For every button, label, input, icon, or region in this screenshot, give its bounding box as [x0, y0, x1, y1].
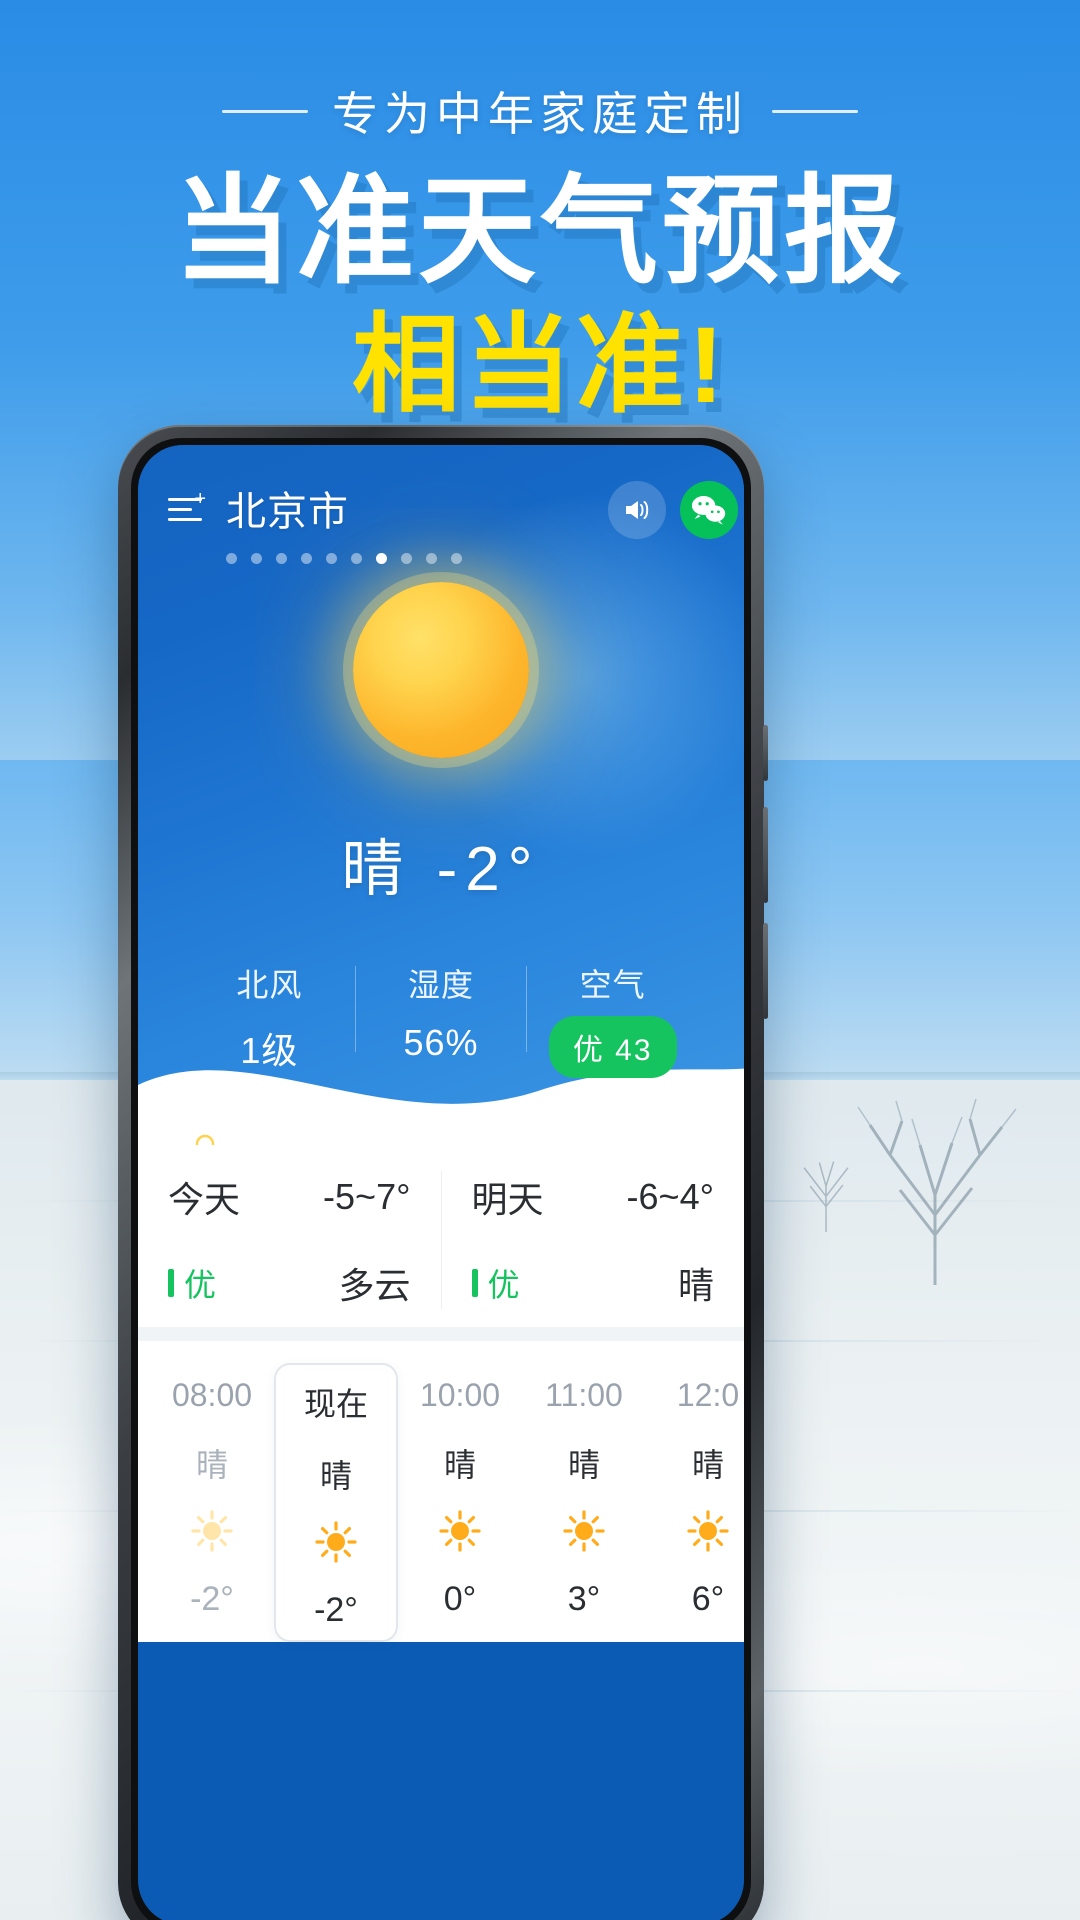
metric-value: 1级 — [240, 1030, 299, 1071]
sun-icon — [150, 1508, 274, 1554]
subheadline: 相当准! — [352, 304, 728, 426]
day-condition: 多云 — [338, 1265, 411, 1306]
app-header: + 北京市 — [138, 445, 744, 564]
hourly-item[interactable]: 11:00 晴 3° — [522, 1363, 646, 1642]
hour-time: 08:00 — [171, 1377, 253, 1413]
sun-icon — [398, 1508, 522, 1554]
metric-label: 湿度 — [408, 967, 475, 1003]
city-name[interactable]: 北京市 — [226, 479, 349, 537]
page-dot-active[interactable] — [376, 553, 387, 564]
bell-icon — [190, 1131, 220, 1145]
page-dot[interactable] — [226, 553, 237, 564]
tagline-rule-left — [222, 109, 308, 113]
phone-button-top — [763, 725, 768, 781]
bare-tree-small-icon — [772, 1130, 880, 1232]
hour-temp: 3° — [567, 1580, 601, 1618]
hourly-item[interactable]: 10:00 晴 0° — [398, 1363, 522, 1642]
hourly-item[interactable]: 08:00 晴 -2° — [150, 1363, 274, 1642]
metric-humidity: 湿度 56% — [356, 960, 527, 1064]
hour-temp: -2° — [190, 1580, 234, 1618]
metric-air-quality: 空气 优 43 — [527, 960, 698, 1078]
section-divider — [138, 1327, 744, 1341]
page-indicator — [226, 553, 462, 564]
hour-time: 10:00 — [419, 1377, 501, 1413]
hour-time: 现在 — [303, 1386, 368, 1422]
headline: 当准天气预报 — [173, 166, 906, 298]
page-dot[interactable] — [401, 553, 412, 564]
day-temp-range: -6~4° — [626, 1176, 714, 1217]
volume-icon[interactable] — [608, 481, 666, 539]
phone-mockup: + 北京市 晴 -2° 北风 1级 湿度 56% 空气 优 43 今天 -5~7… — [118, 425, 768, 1920]
hour-temp: 6° — [691, 1580, 725, 1618]
page-dot[interactable] — [426, 553, 437, 564]
day-condition: 晴 — [677, 1265, 714, 1306]
sun-icon — [646, 1508, 744, 1554]
aqi-bar-icon — [168, 1269, 174, 1297]
aqi-label: 优 — [487, 1267, 520, 1303]
current-weather-section: + 北京市 晴 -2° 北风 1级 湿度 56% 空气 优 43 — [138, 445, 744, 1145]
hour-condition: 晴 — [443, 1447, 476, 1483]
aqi-badge: 优 43 — [548, 1016, 677, 1078]
page-dot[interactable] — [301, 553, 312, 564]
page-dot[interactable] — [276, 553, 287, 564]
weather-tip-text: 今天温度和昨天差不多 — [238, 1126, 568, 1145]
day-aqi: 优 — [168, 1260, 216, 1306]
page-dot[interactable] — [451, 553, 462, 564]
wechat-icon[interactable] — [680, 481, 738, 539]
current-condition: 晴 — [341, 835, 412, 904]
sun-icon — [276, 1519, 396, 1565]
phone-screen: + 北京市 晴 -2° 北风 1级 湿度 56% 空气 优 43 今天 -5~7… — [138, 445, 744, 1920]
metric-label: 北风 — [236, 967, 303, 1003]
hour-condition: 晴 — [195, 1447, 228, 1483]
sun-icon — [522, 1508, 646, 1554]
hourly-forecast[interactable]: 08:00 晴 -2° 现在 晴 -2° 10:00 晴 0° 11:00 晴 … — [138, 1341, 744, 1642]
hourly-item[interactable]: 12:0 晴 6° — [646, 1363, 744, 1642]
day-label: 明天 — [471, 1179, 544, 1220]
day-aqi: 优 — [471, 1260, 520, 1306]
current-metrics: 北风 1级 湿度 56% 空气 优 43 — [138, 960, 744, 1078]
hour-temp: 0° — [443, 1580, 477, 1618]
tagline-text: 专为中年家庭定制 — [332, 88, 748, 140]
aqi-label: 优 — [184, 1267, 217, 1303]
hour-condition: 晴 — [567, 1447, 600, 1483]
tagline: 专为中年家庭定制 — [0, 78, 1080, 144]
hour-temp: -2° — [314, 1591, 358, 1629]
current-condition-temp: 晴 -2° — [138, 818, 744, 908]
hourly-item-now[interactable]: 现在 晴 -2° — [274, 1363, 398, 1642]
day-temp-range: -5~7° — [323, 1176, 411, 1217]
tagline-rule-right — [772, 109, 858, 113]
daily-card-tomorrow[interactable]: 明天 -6~4° 优 晴 — [440, 1171, 745, 1309]
weather-tip-banner[interactable]: 今天温度和昨天差不多 — [164, 1112, 718, 1145]
phone-button-mid — [763, 807, 768, 903]
aqi-bar-icon — [471, 1269, 478, 1297]
daily-forecast: 今天 -5~7° 优 多云 明天 -6~4° 优 晴 — [138, 1145, 744, 1327]
hour-time: 11:00 — [545, 1377, 623, 1413]
daily-card-today[interactable]: 今天 -5~7° 优 多云 — [138, 1171, 441, 1309]
metric-label: 空气 — [579, 967, 646, 1003]
hour-condition: 晴 — [319, 1458, 352, 1494]
phone-button-low — [763, 923, 768, 1019]
hour-condition: 晴 — [691, 1447, 724, 1483]
hour-time: 12:0 — [676, 1377, 740, 1413]
metric-value: 56% — [403, 1022, 479, 1063]
metric-wind: 北风 1级 — [184, 960, 355, 1074]
page-dot[interactable] — [326, 553, 337, 564]
page-dot[interactable] — [251, 553, 262, 564]
menu-add-icon[interactable]: + — [168, 489, 206, 523]
sun-icon — [138, 582, 744, 758]
current-temperature: -2° — [436, 835, 541, 904]
promo-text-block: 专为中年家庭定制 当准天气预报 相当准! — [0, 0, 1080, 425]
day-label: 今天 — [168, 1179, 241, 1220]
page-dot[interactable] — [351, 553, 362, 564]
